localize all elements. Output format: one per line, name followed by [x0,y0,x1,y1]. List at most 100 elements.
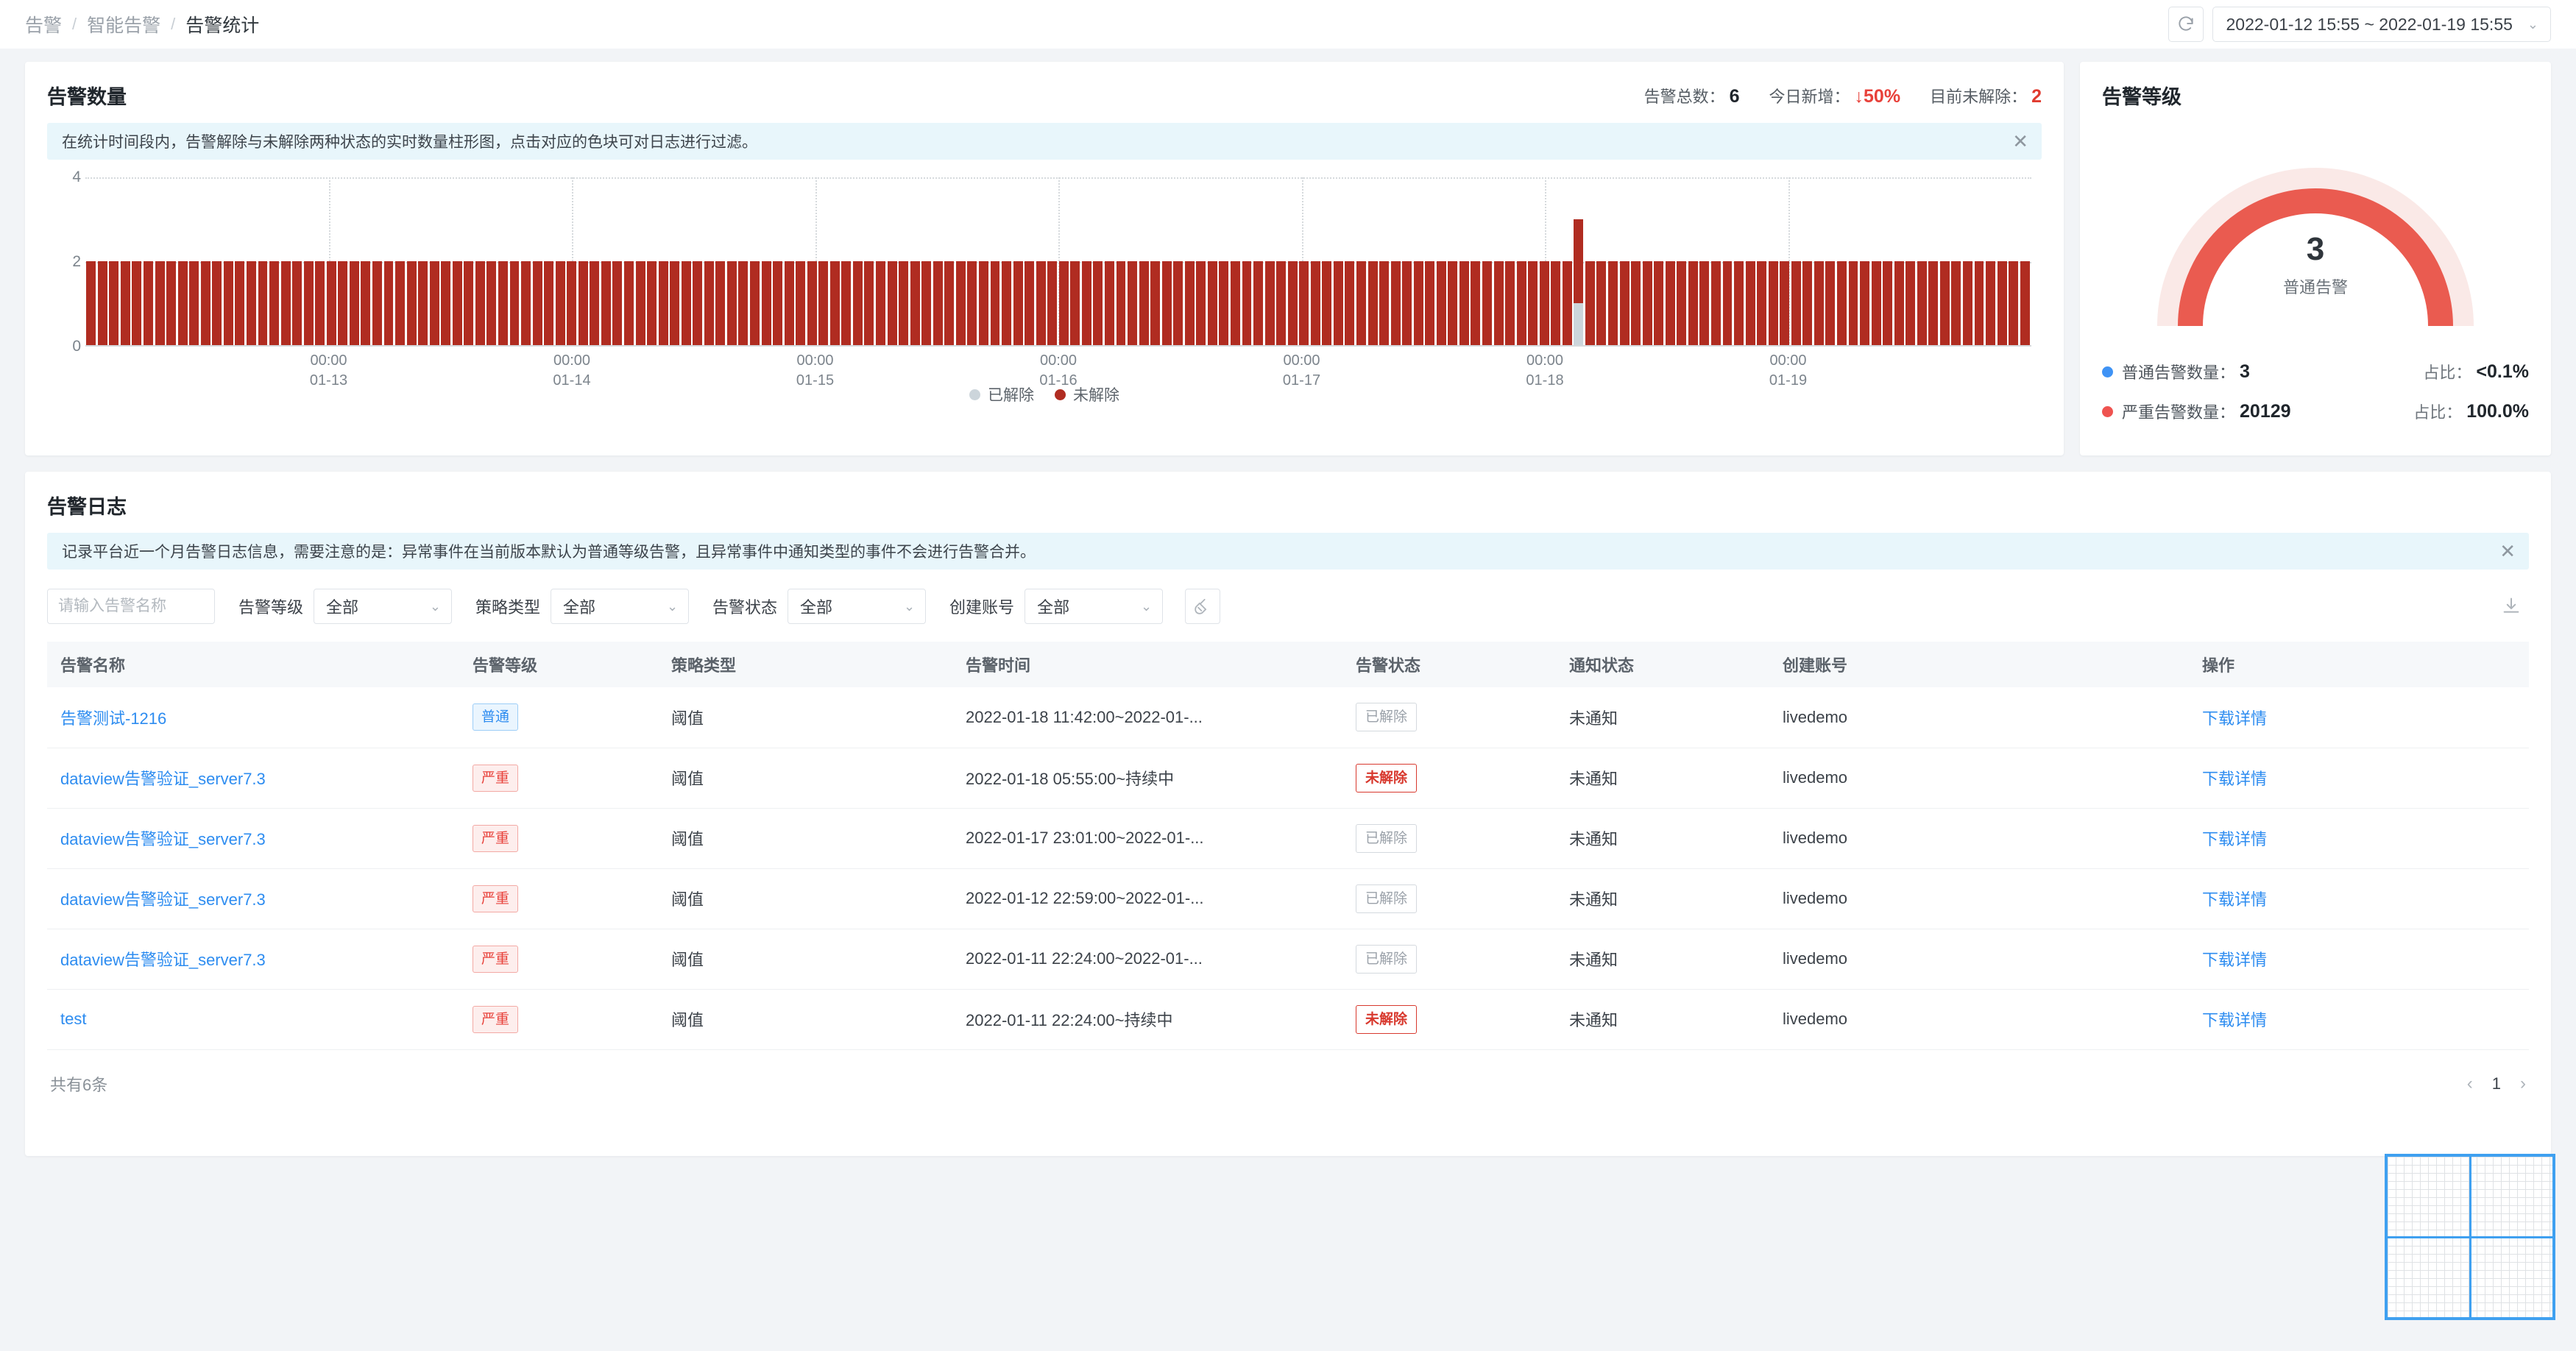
chart-bar[interactable] [715,177,726,345]
chart-bar[interactable] [246,177,256,345]
bar-segment-unresolved[interactable] [532,261,542,345]
chart-bar[interactable] [590,177,600,345]
chart-bar[interactable] [921,177,932,345]
bar-segment-unresolved[interactable] [899,261,909,345]
chart-bar[interactable] [1894,177,1904,345]
chart-bar[interactable] [1264,177,1275,345]
bar-segment-unresolved[interactable] [1928,261,1939,345]
chart-bar[interactable] [1287,177,1298,345]
bar-segment-unresolved[interactable] [1128,261,1138,345]
chart-bar[interactable] [338,177,348,345]
bar-segment-unresolved[interactable] [1551,261,1561,345]
bar-segment-unresolved[interactable] [978,261,988,345]
chart-bar[interactable] [1917,177,1927,345]
chart-bar[interactable] [1860,177,1870,345]
bar-segment-unresolved[interactable] [1562,261,1572,345]
chart-bar[interactable] [1390,177,1401,345]
bar-segment-unresolved[interactable] [1287,261,1298,345]
bar-segment-unresolved[interactable] [1505,261,1515,345]
bar-segment-unresolved[interactable] [246,261,256,345]
chart-bar[interactable] [1070,177,1080,345]
grid-overlay-widget[interactable] [2385,1154,2555,1320]
chart-bar[interactable] [109,177,119,345]
chart-bar[interactable] [132,177,142,345]
bar-segment-unresolved[interactable] [86,261,96,345]
chart-bar[interactable] [1962,177,1972,345]
chart-bar[interactable] [784,177,794,345]
bar-segment-unresolved[interactable] [200,261,210,345]
bar-segment-unresolved[interactable] [475,261,485,345]
chart-bar[interactable] [1906,177,1916,345]
bar-segment-unresolved[interactable] [1688,261,1698,345]
search-input[interactable] [58,598,258,615]
chart-bar[interactable] [899,177,909,345]
bar-segment-unresolved[interactable] [1871,261,1881,345]
chart-bars[interactable] [85,177,2031,345]
chart-bar[interactable] [1448,177,1458,345]
bar-segment-unresolved[interactable] [624,261,634,345]
bar-segment-unresolved[interactable] [2020,261,2030,345]
bar-segment-unresolved[interactable] [1482,261,1492,345]
chart-bar[interactable] [1322,177,1332,345]
chart-bar[interactable] [1505,177,1515,345]
bar-segment-unresolved[interactable] [338,261,348,345]
bar-segment-unresolved[interactable] [406,261,417,345]
download-detail-link[interactable]: 下载详情 [2202,830,2267,848]
chart-bar[interactable] [1710,177,1721,345]
bar-segment-unresolved[interactable] [1493,261,1504,345]
bar-segment-unresolved[interactable] [1310,261,1320,345]
bar-segment-unresolved[interactable] [1139,261,1149,345]
chart-bar[interactable] [1310,177,1320,345]
chart-bar[interactable] [532,177,542,345]
bar-segment-unresolved[interactable] [155,261,165,345]
bar-segment-unresolved[interactable] [1528,261,1538,345]
bar-segment-unresolved[interactable] [132,261,142,345]
chart-bar[interactable] [315,177,325,345]
bar-segment-unresolved[interactable] [715,261,726,345]
chart-bar[interactable] [326,177,336,345]
alarm-name-link[interactable]: 告警测试-1216 [60,709,166,728]
chart-bar[interactable] [1699,177,1710,345]
bar-segment-unresolved[interactable] [1654,261,1664,345]
bar-segment-unresolved[interactable] [921,261,932,345]
chart-bar[interactable] [612,177,623,345]
bar-segment-unresolved[interactable] [1093,261,1103,345]
chart-bar[interactable] [1688,177,1698,345]
chart-bar[interactable] [166,177,177,345]
reset-filters-button[interactable] [1185,589,1221,624]
bar-segment-unresolved[interactable] [418,261,428,345]
chart-bar[interactable] [1058,177,1069,345]
bar-segment-unresolved[interactable] [1939,261,1950,345]
chart-bar[interactable] [1253,177,1264,345]
chart-bar[interactable] [1128,177,1138,345]
bar-segment-unresolved[interactable] [590,261,600,345]
chart-bar[interactable] [1161,177,1172,345]
chart-bar[interactable] [383,177,394,345]
bar-segment-unresolved[interactable] [452,261,462,345]
bar-segment-unresolved[interactable] [120,261,130,345]
chart-bar[interactable] [1459,177,1469,345]
chart-bar[interactable] [1654,177,1664,345]
chart-bar[interactable] [1356,177,1366,345]
bar-segment-unresolved[interactable] [1230,261,1240,345]
chart-bar[interactable] [1333,177,1343,345]
chart-bar[interactable] [1825,177,1836,345]
bar-segment-unresolved[interactable] [704,261,714,345]
chart-bar[interactable] [452,177,462,345]
bar-segment-unresolved[interactable] [601,261,611,345]
chart-bar[interactable] [990,177,1000,345]
chart-bar[interactable] [773,177,783,345]
filter-status-select[interactable]: 全部 ⌄ [788,589,927,624]
bar-segment-unresolved[interactable] [761,261,771,345]
bar-segment-unresolved[interactable] [1997,261,2007,345]
chart-bar[interactable] [887,177,897,345]
chart-bar[interactable] [269,177,279,345]
bar-segment-unresolved[interactable] [1906,261,1916,345]
bar-segment-unresolved[interactable] [1367,261,1378,345]
chart-bar[interactable] [349,177,359,345]
bar-segment-unresolved[interactable] [292,261,302,345]
bar-segment-unresolved[interactable] [1802,261,1813,345]
chart-bar[interactable] [1081,177,1091,345]
bar-segment-unresolved[interactable] [1768,261,1778,345]
chart-bar[interactable] [406,177,417,345]
